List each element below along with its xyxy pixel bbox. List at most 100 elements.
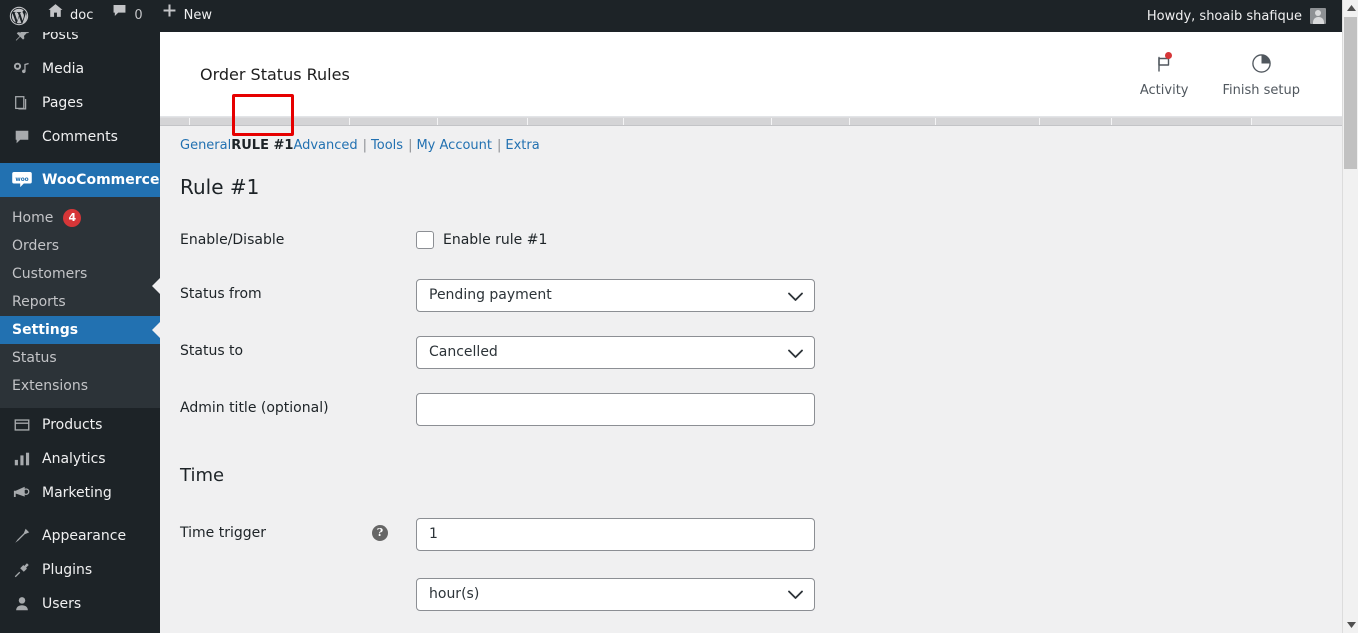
finish-setup-button[interactable]: Finish setup [1222,51,1301,98]
label-admin-title: Admin title (optional) [180,400,329,417]
comment-bubble-icon [111,0,128,32]
sidebar-item-marketing[interactable]: Marketing [0,476,160,510]
pages-icon [12,93,32,113]
wordpress-logo-button[interactable] [0,0,38,32]
label-status-to: Status to [180,343,244,360]
marketing-icon [12,483,32,503]
finish-setup-label: Finish setup [1222,82,1301,98]
sidebar-item-users[interactable]: Users [0,587,160,621]
subnav-link-my-account[interactable]: My Account [416,138,492,153]
subnav-link-general[interactable]: General [180,138,231,153]
settings-tabs-strip[interactable] [160,117,1342,126]
wp-admin-bar: doc 0 New Howdy, shoaib shafique [0,0,1342,32]
sidebar-item-label: Marketing [42,485,112,501]
activity-label: Activity [1139,82,1189,98]
subnav-separator-2: | [408,138,413,153]
time-trigger-unit-select[interactable]: hour(s) [416,577,815,611]
sidebar-item-analytics[interactable]: Analytics [0,442,160,476]
label-skip-days: Skip days ? [180,623,416,633]
wordpress-logo-icon [9,6,29,26]
comments-count: 0 [134,8,143,23]
subnav-item-general[interactable]: General [180,138,231,153]
plus-icon [161,0,178,32]
scroll-up-arrow[interactable] [1343,0,1358,17]
products-icon [12,415,32,435]
sidebar-item-label: Appearance [42,528,127,544]
enable-rule-checkbox-label: Enable rule #1 [443,232,548,248]
sidebar-item-comments[interactable]: Comments [0,120,160,154]
submenu-item-reports[interactable]: Reports [0,288,160,316]
sidebar-item-label: Media [42,61,85,77]
main-content-area: Order Status Rules Activity Finish setup… [160,0,1342,633]
scrollbar-thumb[interactable] [1344,17,1357,169]
site-name-label: doc [70,8,94,23]
admin-title-input[interactable] [416,393,815,427]
sidebar-item-appearance[interactable]: Appearance [0,519,160,553]
time-trigger-input[interactable] [416,517,815,551]
header-actions: Activity Finish setup [1140,51,1322,98]
home-icon [47,0,64,32]
subnav-link-tools[interactable]: Tools [371,138,403,153]
subnav-item-extra[interactable]: Extra [505,138,539,153]
page-scrollbar[interactable] [1342,0,1358,633]
status-to-select[interactable]: Cancelled [416,336,815,370]
sidebar-item-media[interactable]: Media [0,52,160,86]
time-section-heading: Time [180,465,225,487]
sidebar-item-plugins[interactable]: Plugins [0,553,160,587]
comments-bubble-button[interactable]: 0 [102,0,151,32]
sidebar-item-woocommerce[interactable]: woo WooCommerce Home 4 Orders Customers … [0,163,160,408]
progress-circle-icon [1251,51,1272,77]
settings-wrap: General RULE #1 Advanced | Tools | My Ac… [160,138,1342,633]
site-name-button[interactable]: doc [38,0,102,32]
plugins-icon [12,560,32,580]
account-menu[interactable]: Howdy, shoaib shafique [1137,0,1336,32]
sidebar-item-label: Users [42,596,82,612]
new-content-button[interactable]: New [152,0,221,32]
analytics-icon [12,449,32,469]
subnav-item-tools[interactable]: Tools [371,138,403,153]
scroll-down-arrow[interactable] [1343,616,1358,633]
label-time-trigger: Time trigger ? [180,506,416,623]
users-icon [12,594,32,614]
activity-button[interactable]: Activity [1140,51,1189,98]
new-label: New [183,8,212,23]
home-count-badge: 4 [63,209,82,227]
comments-icon [12,127,32,147]
submenu-item-extensions[interactable]: Extensions [0,372,160,400]
status-from-select[interactable]: Pending payment [416,279,815,313]
sidebar-item-label: Plugins [42,562,93,578]
field-row-status-from: Status from Pending payment [180,267,1342,324]
label-enable-disable: Enable/Disable [180,232,285,248]
subnav-item-my-account[interactable]: My Account [416,138,492,153]
sidebar-item-label: WooCommerce [42,172,160,188]
media-icon [12,59,32,79]
rule-heading: Rule #1 [180,175,260,199]
appearance-icon [12,526,32,546]
submenu-item-settings[interactable]: Settings [0,316,160,344]
avatar [1310,8,1326,24]
admin-bar-right: Howdy, shoaib shafique [1137,0,1342,32]
subnav-link-advanced[interactable]: Advanced [293,138,357,153]
sidebar-item-pages[interactable]: Pages [0,86,160,120]
enable-rule-checkbox[interactable] [416,231,434,249]
submenu-item-home[interactable]: Home 4 [0,204,160,232]
sidebar-item-label: Analytics [42,451,106,467]
subnav-link-extra[interactable]: Extra [505,138,539,153]
field-row-enable-disable: Enable/Disable Enable rule #1 [180,213,1342,267]
flag-icon [1154,51,1174,77]
time-section-heading-cell: Time [180,438,416,505]
sidebar-item-products[interactable]: Products [0,408,160,442]
subnav-separator-1: | [362,138,368,153]
submenu-label: Extensions [12,378,89,394]
subnav-item-advanced[interactable]: Advanced [293,138,357,153]
field-row-skip-days: Skip days ? [180,623,1342,633]
help-icon-time-trigger[interactable]: ? [372,524,388,541]
submenu-item-customers[interactable]: Customers [0,260,160,288]
sidebar-item-label: Products [42,417,103,433]
label-status-from: Status from [180,286,262,303]
subnav-link-rule-1[interactable]: RULE #1 [231,138,293,153]
subnav-item-rule-1[interactable]: RULE #1 [231,138,293,153]
submenu-item-orders[interactable]: Orders [0,232,160,260]
submenu-item-status[interactable]: Status [0,344,160,372]
rule-subnav: General RULE #1 Advanced | Tools | My Ac… [180,138,1342,153]
